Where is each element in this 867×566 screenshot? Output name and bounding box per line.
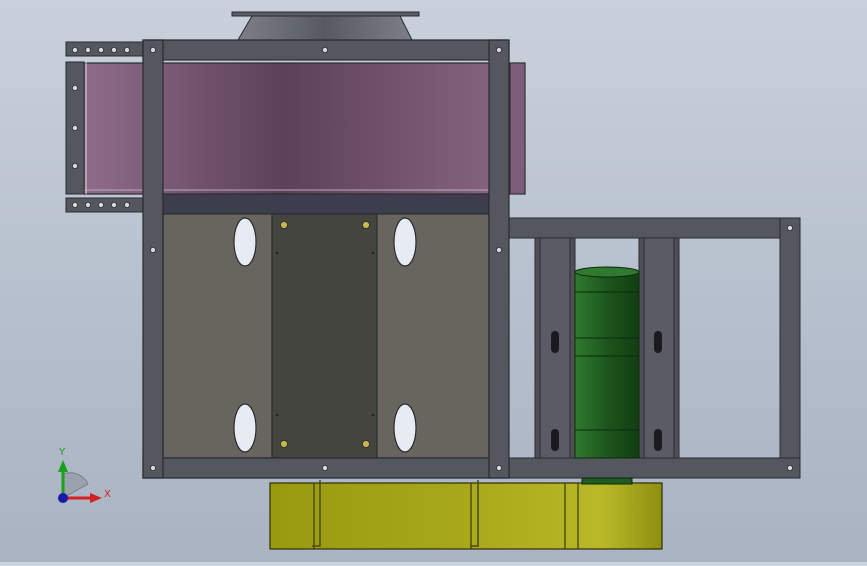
- bolt-hole: [124, 201, 131, 208]
- motor[interactable]: [574, 266, 640, 485]
- bolt-hole: [787, 464, 794, 471]
- bolt-hole: [149, 464, 156, 471]
- bolt-hole: [72, 85, 79, 92]
- base-skid[interactable]: [269, 480, 663, 550]
- bolt-hole: [72, 201, 79, 208]
- bolt-hole: [321, 464, 328, 471]
- z-axis-dot: [58, 493, 68, 503]
- bolt-hole: [72, 162, 79, 169]
- bolt-hole: [85, 201, 92, 208]
- bolt-hole: [495, 464, 502, 471]
- x-axis-label: X: [104, 489, 111, 500]
- top-flange[interactable]: [231, 11, 420, 41]
- bolt-hole: [124, 47, 131, 54]
- y-axis-label: Y: [58, 447, 66, 458]
- bolt-hole: [72, 47, 79, 54]
- bolt-hole: [98, 47, 105, 54]
- bolt-hole: [495, 246, 502, 253]
- triad-shading: [62, 472, 89, 499]
- bolt-hole: [111, 201, 118, 208]
- bolt-hole: [149, 246, 156, 253]
- assembly-drawing[interactable]: Y X: [0, 0, 867, 562]
- bolt-hole: [321, 47, 328, 54]
- bolt-hole: [787, 224, 794, 231]
- x-axis-arrow: [90, 493, 102, 503]
- access-door[interactable]: [271, 213, 378, 459]
- coordinate-triad: Y X: [58, 447, 111, 503]
- bolt-hole: [495, 47, 502, 54]
- bolt-hole: [149, 47, 156, 54]
- y-axis-arrow: [58, 460, 68, 472]
- bolt-hole: [98, 201, 105, 208]
- bolt-hole: [85, 47, 92, 54]
- motor-frame[interactable]: [508, 217, 801, 479]
- bolt-hole: [111, 47, 118, 54]
- cad-viewport[interactable]: Y X: [0, 0, 867, 562]
- bolt-hole: [72, 125, 79, 132]
- inlet-duct[interactable]: [65, 41, 526, 213]
